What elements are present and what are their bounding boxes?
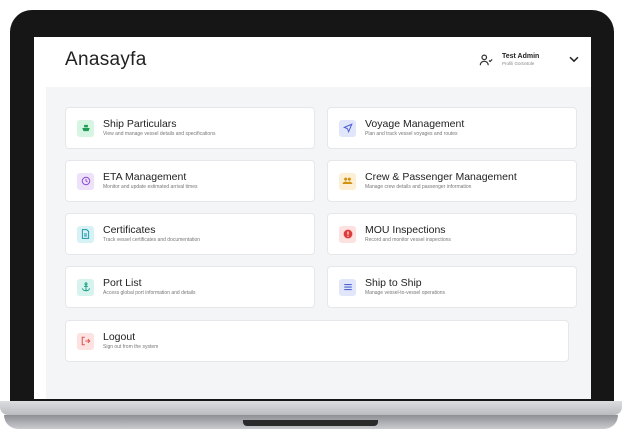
card-ship-particulars[interactable]: Ship Particulars View and manage vessel … xyxy=(65,107,315,149)
card-title: Logout xyxy=(103,331,136,344)
card-subtitle: View and manage vessel details and speci… xyxy=(103,130,216,137)
card-subtitle: Record and monitor vessel inspections xyxy=(365,236,451,243)
card-port-list[interactable]: Port List Access global port information… xyxy=(65,266,315,308)
top-bar: Anasayfa Test Admin Profili Görüntüle xyxy=(34,37,591,85)
card-subtitle: Sign out from the system xyxy=(103,343,159,350)
card-subtitle: Monitor and update estimated arrival tim… xyxy=(103,183,198,190)
card-subtitle: Manage crew details and passenger inform… xyxy=(365,183,472,190)
navigation-icon xyxy=(339,119,356,137)
laptop-notch xyxy=(243,420,378,426)
user-menu[interactable]: Test Admin Profili Görüntüle xyxy=(474,47,581,73)
card-logout[interactable]: Logout Sign out from the system xyxy=(65,320,569,362)
app-screen: Anasayfa Test Admin Profili Görüntüle Sh… xyxy=(34,37,591,399)
user-info: Test Admin Profili Görüntüle xyxy=(502,53,539,67)
user-icon xyxy=(479,54,493,66)
card-ship-to-ship[interactable]: Ship to Ship Manage vessel-to-vessel ope… xyxy=(327,266,577,308)
ship-icon xyxy=(77,119,94,137)
alert-icon xyxy=(339,225,356,243)
document-icon xyxy=(77,225,94,243)
logout-icon xyxy=(77,332,94,350)
clock-icon xyxy=(77,172,94,190)
card-title: Certificates xyxy=(103,224,156,237)
list-icon xyxy=(339,278,356,296)
card-title: Port List xyxy=(103,277,142,290)
card-certificates[interactable]: Certificates Track vessel certificates a… xyxy=(65,213,315,255)
laptop-base xyxy=(0,401,622,415)
card-title: ETA Management xyxy=(103,171,187,184)
chevron-down-icon[interactable] xyxy=(567,52,581,66)
card-eta-management[interactable]: ETA Management Monitor and update estima… xyxy=(65,160,315,202)
card-title: Voyage Management xyxy=(365,118,465,131)
card-title: Ship Particulars xyxy=(103,118,177,131)
card-subtitle: Track vessel certificates and documentat… xyxy=(103,236,201,243)
dashboard-content: Ship Particulars View and manage vessel … xyxy=(46,87,591,399)
card-subtitle: Plan and track vessel voyages and routes xyxy=(365,130,458,137)
anchor-icon xyxy=(77,278,94,296)
users-icon xyxy=(339,172,356,190)
card-crew-passenger-management[interactable]: Crew & Passenger Management Manage crew … xyxy=(327,160,577,202)
user-role: Profili Görüntüle xyxy=(502,61,535,67)
card-title: Ship to Ship xyxy=(365,277,422,290)
card-title: MOU Inspections xyxy=(365,224,446,237)
card-subtitle: Access global port information and detai… xyxy=(103,289,196,296)
user-name: Test Admin xyxy=(502,53,540,61)
card-mou-inspections[interactable]: MOU Inspections Record and monitor vesse… xyxy=(327,213,577,255)
page-title: Anasayfa xyxy=(65,49,147,70)
laptop-frame: Anasayfa Test Admin Profili Görüntüle Sh… xyxy=(0,0,622,442)
card-title: Crew & Passenger Management xyxy=(365,171,517,184)
card-subtitle: Manage vessel-to-vessel operations xyxy=(365,289,446,296)
card-voyage-management[interactable]: Voyage Management Plan and track vessel … xyxy=(327,107,577,149)
